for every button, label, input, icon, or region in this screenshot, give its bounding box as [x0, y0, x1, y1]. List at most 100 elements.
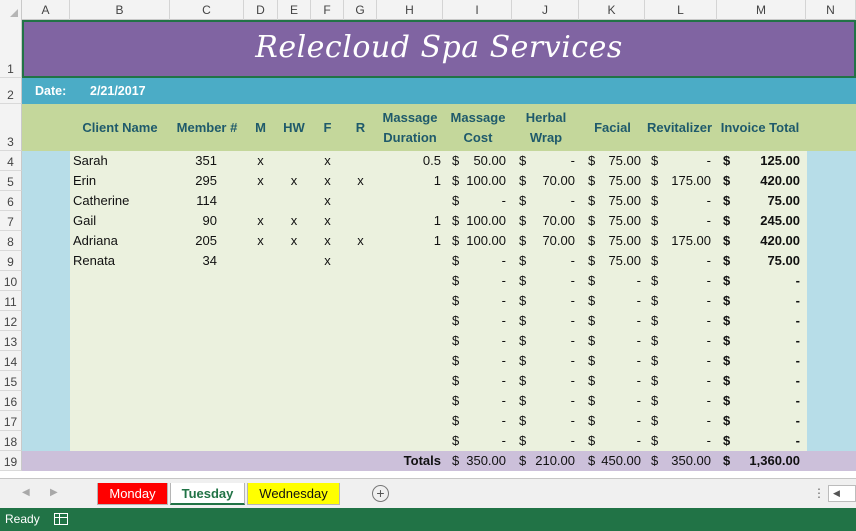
client-name-cell[interactable] — [73, 391, 169, 411]
service-m-cell[interactable]: x — [244, 171, 277, 191]
herbal-wrap-cell[interactable]: - — [532, 151, 575, 171]
left-margin-column[interactable] — [22, 151, 70, 451]
invoice-total-cell[interactable]: - — [735, 291, 800, 311]
member-number-cell[interactable] — [170, 331, 217, 351]
massage-cost-cell[interactable]: - — [462, 411, 506, 431]
massage-duration-cell[interactable] — [377, 291, 441, 311]
column-header-m[interactable]: M — [717, 0, 806, 20]
facial-cell[interactable]: 75.00 — [600, 211, 641, 231]
massage-duration-cell[interactable] — [377, 191, 441, 211]
facial-cell[interactable]: 75.00 — [600, 231, 641, 251]
row-header-18[interactable]: 18 — [0, 431, 22, 451]
member-number-cell[interactable] — [170, 431, 217, 451]
horizontal-scrollbar[interactable]: ◀ — [828, 485, 856, 502]
massage-cost-cell[interactable]: - — [462, 351, 506, 371]
service-m-cell[interactable] — [244, 331, 277, 351]
service-hw-cell[interactable] — [277, 331, 311, 351]
massage-duration-cell[interactable] — [377, 431, 441, 451]
revitalizer-cell[interactable]: - — [662, 411, 711, 431]
herbal-wrap-cell[interactable]: - — [532, 411, 575, 431]
row-header-15[interactable]: 15 — [0, 371, 22, 391]
row-header-1[interactable]: 1 — [0, 20, 22, 78]
massage-duration-cell[interactable] — [377, 371, 441, 391]
column-header-g[interactable]: G — [344, 0, 377, 20]
massage-cost-cell[interactable]: - — [462, 371, 506, 391]
client-name-cell[interactable] — [73, 351, 169, 371]
massage-duration-cell[interactable] — [377, 271, 441, 291]
service-m-cell[interactable] — [244, 351, 277, 371]
column-header-h[interactable]: H — [377, 0, 443, 20]
massage-cost-cell[interactable]: - — [462, 311, 506, 331]
member-number-cell[interactable] — [170, 351, 217, 371]
revitalizer-cell[interactable]: 175.00 — [662, 171, 711, 191]
massage-duration-cell[interactable] — [377, 251, 441, 271]
service-hw-cell[interactable] — [277, 271, 311, 291]
facial-cell[interactable]: - — [600, 371, 641, 391]
column-header-b[interactable]: B — [70, 0, 170, 20]
herbal-wrap-cell[interactable]: - — [532, 191, 575, 211]
member-number-cell[interactable] — [170, 371, 217, 391]
row-header-17[interactable]: 17 — [0, 411, 22, 431]
service-f-cell[interactable]: x — [311, 251, 344, 271]
massage-cost-cell[interactable]: - — [462, 291, 506, 311]
service-hw-cell[interactable] — [277, 311, 311, 331]
tab-wednesday[interactable]: Wednesday — [247, 483, 340, 505]
herbal-wrap-cell[interactable]: - — [532, 291, 575, 311]
column-header-i[interactable]: I — [443, 0, 512, 20]
client-name-cell[interactable] — [73, 311, 169, 331]
massage-cost-cell[interactable]: 100.00 — [462, 211, 506, 231]
member-number-cell[interactable] — [170, 291, 217, 311]
invoice-total-cell[interactable]: - — [735, 331, 800, 351]
massage-duration-cell[interactable] — [377, 311, 441, 331]
row-header-8[interactable]: 8 — [0, 231, 22, 251]
scroll-left-icon[interactable]: ◀ — [833, 488, 840, 499]
massage-duration-cell[interactable]: 1 — [377, 231, 441, 251]
facial-cell[interactable]: 75.00 — [600, 251, 641, 271]
member-number-cell[interactable]: 295 — [170, 171, 217, 191]
revitalizer-cell[interactable]: - — [662, 431, 711, 451]
member-number-cell[interactable]: 205 — [170, 231, 217, 251]
service-r-cell[interactable] — [344, 391, 377, 411]
service-m-cell[interactable] — [244, 411, 277, 431]
facial-cell[interactable]: - — [600, 411, 641, 431]
spreadsheet-area[interactable]: ABCDEFGHIJKLMN 1 2 3 4 5 6 7 8 9 10 11 12 13 14 15 16 17… — [0, 0, 856, 478]
service-hw-cell[interactable]: x — [277, 211, 311, 231]
revitalizer-cell[interactable]: - — [662, 291, 711, 311]
client-name-cell[interactable]: Renata — [73, 251, 169, 271]
service-m-cell[interactable]: x — [244, 211, 277, 231]
invoice-total-cell[interactable]: - — [735, 371, 800, 391]
service-r-cell[interactable] — [344, 411, 377, 431]
massage-cost-cell[interactable]: - — [462, 191, 506, 211]
facial-cell[interactable]: - — [600, 311, 641, 331]
service-r-cell[interactable] — [344, 371, 377, 391]
scroll-tabs-left-icon[interactable]: ◀ — [22, 487, 30, 498]
facial-cell[interactable]: - — [600, 291, 641, 311]
service-hw-cell[interactable] — [277, 291, 311, 311]
service-hw-cell[interactable] — [277, 391, 311, 411]
service-m-cell[interactable] — [244, 371, 277, 391]
total-facial[interactable]: 450.00 — [597, 451, 641, 471]
client-name-cell[interactable]: Gail — [73, 211, 169, 231]
service-r-cell[interactable]: x — [344, 171, 377, 191]
tab-tuesday[interactable]: Tuesday — [170, 483, 245, 505]
service-m-cell[interactable]: x — [244, 151, 277, 171]
row-header-13[interactable]: 13 — [0, 331, 22, 351]
service-hw-cell[interactable]: x — [277, 231, 311, 251]
facial-cell[interactable]: - — [600, 391, 641, 411]
herbal-wrap-cell[interactable]: - — [532, 351, 575, 371]
invoice-total-cell[interactable]: - — [735, 311, 800, 331]
invoice-total-cell[interactable]: - — [735, 431, 800, 451]
massage-duration-cell[interactable]: 1 — [377, 171, 441, 191]
service-m-cell[interactable] — [244, 251, 277, 271]
row-header-4[interactable]: 4 — [0, 151, 22, 171]
service-r-cell[interactable] — [344, 431, 377, 451]
member-number-cell[interactable]: 351 — [170, 151, 217, 171]
service-f-cell[interactable] — [311, 291, 344, 311]
grand-total[interactable]: 1,360.00 — [735, 451, 800, 471]
invoice-total-cell[interactable]: 75.00 — [735, 191, 800, 211]
row-header-9[interactable]: 9 — [0, 251, 22, 271]
service-hw-cell[interactable] — [277, 371, 311, 391]
herbal-wrap-cell[interactable]: - — [532, 271, 575, 291]
row-header-10[interactable]: 10 — [0, 271, 22, 291]
service-f-cell[interactable]: x — [311, 231, 344, 251]
